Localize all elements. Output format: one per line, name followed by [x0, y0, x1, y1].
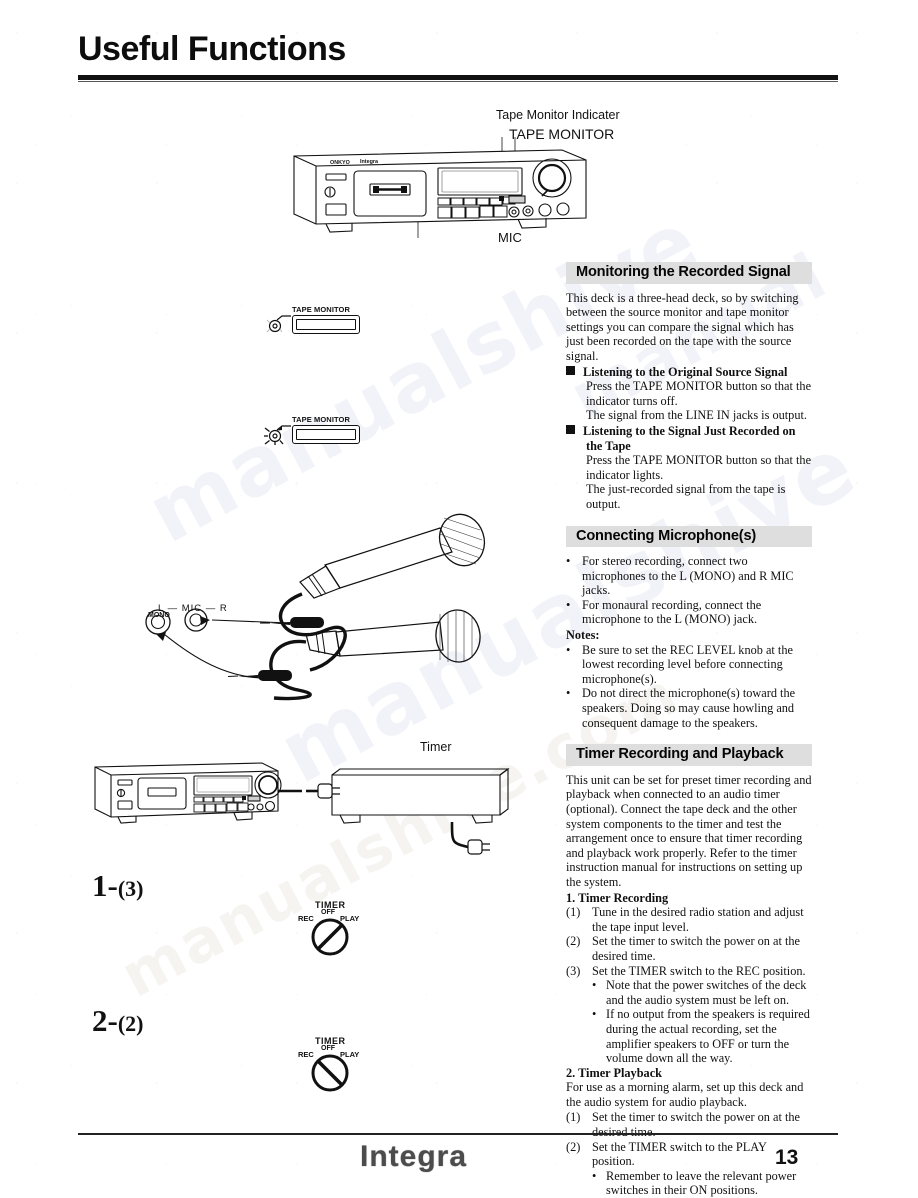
timer-connection-illustration [94, 762, 510, 855]
subsection-original-source: Listening to the Original Source Signal … [566, 365, 812, 423]
title-rule [78, 75, 838, 80]
tape-deck-front-illustration: ONKYO Integra [293, 137, 587, 238]
timer-playback-intro: For use as a morning alarm, set up this … [566, 1080, 804, 1109]
list-item: For stereo recording, connect two microp… [566, 554, 812, 598]
list-item: (2) Set the timer to switch the power on … [566, 934, 800, 963]
list-item: Do not direct the microphone(s) toward t… [566, 686, 812, 730]
footer-rule [78, 1133, 838, 1135]
right-text-column: Monitoring the Recorded Signal This deck… [566, 262, 812, 1198]
notes-label: Notes: [566, 628, 600, 643]
manual-page: Useful Functions Tape Monitor Indicater … [0, 0, 918, 1197]
timer-playback-title: 2. Timer Playback [566, 1065, 662, 1080]
timer-recording-steps: (1) Tune in the desired radio station and… [566, 905, 812, 1066]
list-item: For monaural recording, connect the micr… [566, 598, 812, 627]
timer-switch-off-label: OFF [321, 1045, 335, 1052]
page-title: Useful Functions [78, 30, 346, 68]
svg-text:Integra: Integra [360, 159, 379, 165]
subsection-just-recorded: Listening to the Signal Just Recorded on… [566, 424, 812, 512]
section-intro: This deck is a three-head deck, so by sw… [566, 290, 799, 363]
step-number: 1 [92, 868, 108, 903]
timer-knob[interactable] [311, 918, 349, 956]
timer-switch-off-label: OFF [321, 909, 335, 916]
timer-switch-play-diagram: TIMER OFF REC PLAY [296, 1036, 376, 1096]
section-heading-timer: Timer Recording and Playback [566, 744, 812, 766]
list-item: (1) Set the timer to switch the power on … [566, 1110, 800, 1139]
tape-monitor-button-lit-diagram: TAPE MONITOR [264, 415, 384, 455]
subsection-line: The just-recorded signal from the tape i… [586, 482, 786, 511]
microphone-connection-illustration [145, 513, 486, 701]
step-substep: (3) [117, 876, 144, 901]
timer-knob[interactable] [311, 1054, 349, 1092]
tape-monitor-button[interactable] [292, 425, 360, 444]
bullet-square-icon [566, 424, 575, 434]
section-heading-microphones: Connecting Microphone(s) [566, 525, 812, 548]
brand-logo: Integra [360, 1140, 468, 1173]
page-number: 13 [775, 1146, 799, 1169]
step-substep: (2) [117, 1011, 144, 1036]
indicator-lit-icon [264, 425, 291, 445]
list-item-note: Note that the power switches of the deck… [566, 978, 812, 1007]
list-item: (3) Set the TIMER switch to the REC posit… [566, 963, 806, 978]
bullet-square-icon [566, 365, 575, 375]
timer-switch-rec-diagram: TIMER OFF REC PLAY [296, 900, 376, 960]
subsection-line: Press the TAPE MONITOR button so that th… [586, 453, 812, 482]
subsection-title: Listening to the Signal Just Recorded on… [566, 424, 812, 453]
title-rule-secondary [78, 81, 838, 82]
svg-text:ONKYO: ONKYO [330, 160, 350, 166]
step-number: 2 [92, 1003, 108, 1038]
microphone-bullet-list: For stereo recording, connect two microp… [566, 554, 812, 627]
tape-monitor-button-caption: TAPE MONITOR [292, 415, 351, 424]
subsection-line: The signal from the LINE IN jacks is out… [586, 408, 807, 423]
tape-monitor-indicator-label: Tape Monitor Indicater [496, 108, 620, 122]
subsection-title: Listening to the Original Source Signal [566, 365, 812, 380]
step-marker-1: 1-(3) [92, 868, 143, 904]
microphone-notes-list: Be sure to set the REC LEVEL knob at the… [566, 643, 812, 731]
tape-monitor-button-caption: TAPE MONITOR [292, 305, 351, 314]
list-item: Be sure to set the REC LEVEL knob at the… [566, 643, 812, 687]
step-marker-2: 2-(2) [92, 1003, 143, 1039]
section-heading-monitoring: Monitoring the Recorded Signal [566, 262, 812, 284]
tape-monitor-button-off-diagram: TAPE MONITOR [264, 305, 384, 345]
indicator-off-icon [266, 315, 291, 333]
list-item-note: Remember to leave the relevant power swi… [566, 1169, 812, 1198]
subsection-line: Press the TAPE MONITOR button so that th… [586, 379, 812, 408]
timer-recording-title: 1. Timer Recording [566, 890, 669, 905]
step-dash: - [107, 1003, 118, 1038]
section-intro: This unit can be set for preset timer re… [566, 772, 812, 889]
tape-monitor-button[interactable] [292, 315, 360, 334]
timer-box-label: Timer [420, 740, 452, 754]
list-item-note: If no output from the speakers is requir… [566, 1007, 812, 1065]
list-item: (1) Tune in the desired radio station and… [566, 905, 804, 934]
step-dash: - [107, 868, 118, 903]
